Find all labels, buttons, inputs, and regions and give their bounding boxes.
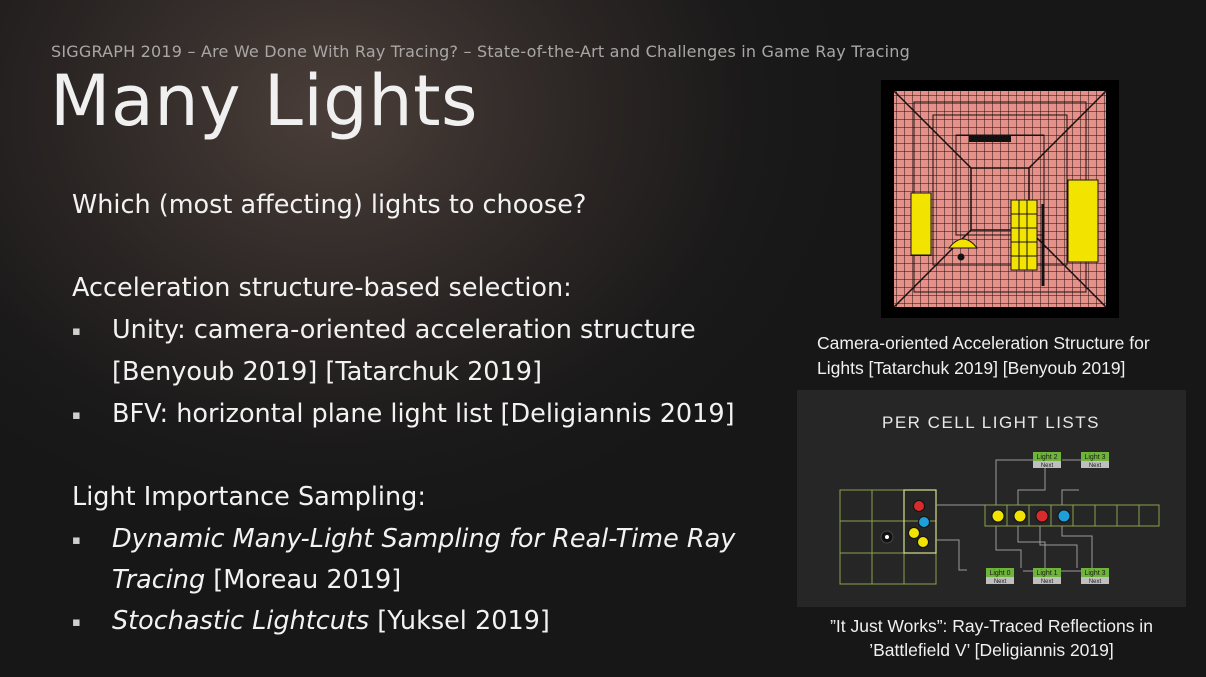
light-list-row (984, 504, 1160, 527)
svg-text:Light 0: Light 0 (989, 570, 1010, 577)
node-light3-bottom: Light 3 Next (1081, 568, 1109, 585)
lis-item-moreau-line1: Dynamic Many-Light Sampling for Real-Tim… (112, 524, 736, 554)
figure1-caption-line2: Lights [Tatarchuk 2019] [Benyoub 2019] (817, 358, 1126, 378)
right-light-panel (1067, 179, 1099, 263)
bullet-icon: ▪ (72, 324, 81, 339)
node-light1: Light 1 Next (1033, 568, 1061, 585)
blue-light-icon (918, 516, 930, 528)
svg-text:Next: Next (994, 579, 1007, 585)
diagram-title: PER CELL LIGHT LISTS (882, 413, 1100, 432)
question-text: Which (most affecting) lights to choose? (72, 190, 587, 220)
lis-item-moreau-ref: [Moreau 2019] (205, 565, 402, 595)
yellow-light-icon (1013, 509, 1027, 523)
lis-item-moreau-title-end: Tracing (112, 565, 206, 595)
probe-sphere (957, 253, 965, 261)
figure2-caption-line1: ”It Just Works”: Ray-Traced Reflections … (830, 616, 1153, 636)
center-light-panel (1010, 199, 1038, 271)
accel-item-unity-line1: Unity: camera-oriented acceleration stru… (112, 315, 696, 345)
per-cell-light-lists-diagram: PER CELL LIGHT LISTS Light 2 Next Light … (839, 413, 1160, 585)
accel-item-bfv: BFV: horizontal plane light list [Deligi… (112, 399, 735, 429)
lis-heading: Light Importance Sampling: (72, 482, 426, 512)
svg-text:Next: Next (1041, 579, 1054, 585)
ceiling-light-bar (969, 136, 1011, 142)
node-light0: Light 0 Next (986, 568, 1014, 585)
lis-item-yuksel: Stochastic Lightcuts [Yuksel 2019] (112, 606, 550, 636)
red-light-icon (1035, 509, 1049, 523)
bullet-icon: ▪ (72, 408, 81, 423)
figure2-caption-line2: ’Battlefield V’ [Deligiannis 2019] (869, 640, 1114, 660)
figure1-caption-line1: Camera-oriented Acceleration Structure f… (817, 333, 1150, 353)
svg-text:Light 3: Light 3 (1084, 570, 1105, 577)
lis-item-yuksel-title: Stochastic Lightcuts (112, 606, 370, 636)
yellow-light-icon (991, 509, 1005, 523)
yellow-light-icon (908, 527, 920, 539)
accel-heading: Acceleration structure-based selection: (72, 273, 572, 303)
left-light-panel (910, 192, 932, 256)
acceleration-structure-image (881, 80, 1119, 318)
yellow-light-icon (917, 536, 929, 548)
red-light-icon (913, 500, 925, 512)
bullet-icon: ▪ (72, 615, 81, 630)
blue-light-icon (1057, 509, 1071, 523)
svg-text:Next: Next (1089, 579, 1102, 585)
accel-item-unity-line2: [Benyoub 2019] [Tatarchuk 2019] (112, 357, 542, 387)
svg-text:Light 1: Light 1 (1036, 570, 1057, 577)
svg-text:Light 3: Light 3 (1084, 454, 1105, 461)
lis-item-yuksel-ref: [Yuksel 2019] (369, 606, 550, 636)
lis-item-moreau-line2: Tracing [Moreau 2019] (112, 565, 401, 595)
svg-text:Light 2: Light 2 (1036, 454, 1057, 461)
node-light3-top: Light 3 Next (1081, 452, 1109, 469)
per-cell-light-lists-image: PER CELL LIGHT LISTS Light 2 Next Light … (797, 390, 1186, 607)
presentation-header: SIGGRAPH 2019 – Are We Done With Ray Tra… (51, 42, 910, 61)
bullet-icon: ▪ (72, 533, 81, 548)
slide-title: Many Lights (50, 60, 478, 142)
node-light2: Light 2 Next (1033, 452, 1061, 469)
acceleration-structure-render (893, 90, 1107, 308)
svg-text:Next: Next (1089, 463, 1102, 469)
svg-text:Next: Next (1041, 463, 1054, 469)
